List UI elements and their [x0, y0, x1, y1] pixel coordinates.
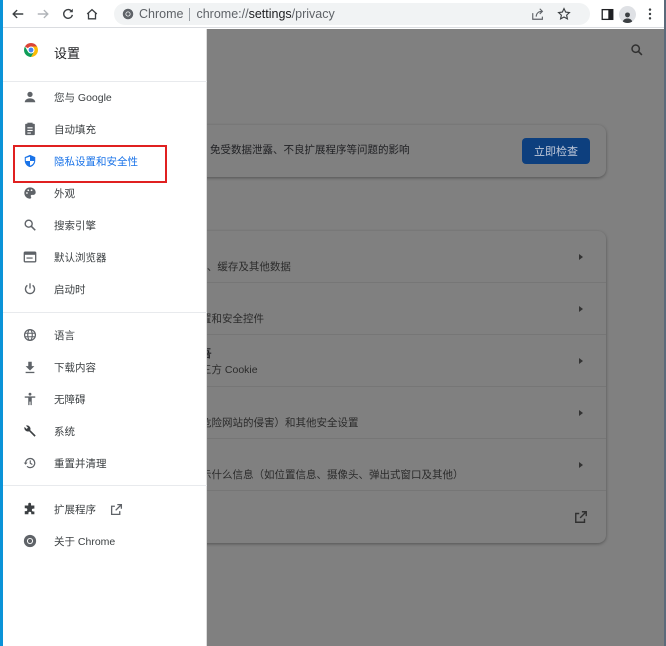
- back-icon[interactable]: [8, 4, 28, 24]
- globe-icon: [22, 327, 38, 343]
- power-icon: [22, 281, 38, 297]
- history-icon: [22, 455, 38, 471]
- sidebar-item-label: 自动填充: [54, 123, 96, 136]
- sidebar-item-label: 关于 Chrome: [54, 535, 116, 548]
- sidebar-item-label: 搜索引擎: [54, 219, 96, 232]
- open-in-new-icon: [575, 511, 587, 523]
- sidebar-item-autofill[interactable]: 自动填充: [0, 113, 207, 145]
- home-icon[interactable]: [82, 4, 102, 24]
- reload-icon[interactable]: [58, 4, 78, 24]
- sidebar-item-label: 启动时: [54, 283, 86, 296]
- arrow-right-icon: [579, 462, 583, 468]
- search-icon: [22, 217, 38, 233]
- window-left-edge: [0, 0, 3, 646]
- settings-drawer: 设置 您与 Google 自动填充 隐私设置和安全性 外观 搜索引擎 默认浏览器…: [0, 29, 207, 646]
- puzzle-icon: [22, 501, 38, 517]
- open-in-new-icon: [110, 503, 123, 516]
- sidebar-item-on-startup[interactable]: 启动时: [0, 273, 207, 305]
- row-description: e、缓存及其他数据: [201, 261, 291, 273]
- check-now-button[interactable]: 立即检查: [522, 138, 590, 164]
- url-host: settings: [248, 7, 292, 21]
- arrow-right-icon: [579, 358, 583, 364]
- url-scheme: chrome://: [196, 7, 249, 21]
- drawer-title: 设置: [54, 46, 81, 61]
- sidebar-item-label: 您与 Google: [54, 91, 112, 104]
- side-panel-icon[interactable]: [597, 4, 617, 24]
- browser-toolbar: Chrome chrome://settings/privacy: [0, 0, 666, 28]
- drawer-header: 设置: [0, 29, 207, 82]
- download-icon: [22, 359, 38, 375]
- row-description: 危险网站的侵害）和其他安全设置: [201, 417, 359, 429]
- sidebar-item-label: 外观: [54, 187, 75, 200]
- sidebar-item-reset-cleanup[interactable]: 重置并清理: [0, 447, 207, 479]
- share-icon[interactable]: [530, 6, 546, 22]
- person-icon: [22, 89, 38, 105]
- menu-icon[interactable]: [640, 4, 660, 24]
- chrome-site-icon: [122, 8, 134, 20]
- chrome-logo-icon: [24, 43, 38, 57]
- address-bar[interactable]: Chrome chrome://settings/privacy: [114, 3, 590, 25]
- drawer-divider: [0, 485, 207, 486]
- row-description: 示什么信息（如位置信息、摄像头、弹出式窗口及其他）: [201, 469, 464, 481]
- url-path: /privacy: [291, 7, 335, 21]
- chip-separator: [189, 7, 191, 21]
- sidebar-item-downloads[interactable]: 下载内容: [0, 351, 207, 383]
- sidebar-item-extensions[interactable]: 扩展程序: [0, 493, 207, 525]
- arrow-right-icon: [579, 254, 583, 260]
- bookmark-star-icon[interactable]: [556, 6, 572, 22]
- site-chip: Chrome: [139, 7, 184, 21]
- shield-icon: [22, 153, 38, 169]
- sidebar-item-label: 默认浏览器: [54, 251, 107, 264]
- sidebar-item-accessibility[interactable]: 无障碍: [0, 383, 207, 415]
- search-icon[interactable]: [630, 43, 646, 59]
- forward-icon[interactable]: [33, 4, 53, 24]
- clipboard-icon: [22, 121, 38, 137]
- arrow-right-icon: [579, 306, 583, 312]
- sidebar-item-label: 无障碍: [54, 393, 86, 406]
- sidebar-item-label: 语言: [54, 329, 75, 342]
- sidebar-item-label: 下载内容: [54, 361, 96, 374]
- safety-check-text: 免受数据泄露、不良扩展程序等问题的影响: [210, 144, 410, 156]
- sidebar-item-label: 隐私设置和安全性: [54, 155, 138, 168]
- sidebar-item-about-chrome[interactable]: 关于 Chrome: [0, 525, 207, 557]
- sidebar-item-label: 系统: [54, 425, 75, 438]
- sidebar-item-privacy-security[interactable]: 隐私设置和安全性: [0, 145, 207, 177]
- browser-icon: [22, 249, 38, 265]
- arrow-right-icon: [579, 410, 583, 416]
- row-description: 置和安全控件: [201, 313, 264, 325]
- sidebar-item-label: 重置并清理: [54, 457, 107, 470]
- sidebar-item-you-and-google[interactable]: 您与 Google: [0, 81, 207, 113]
- sidebar-item-label: 扩展程序: [54, 503, 96, 516]
- sidebar-item-appearance[interactable]: 外观: [0, 177, 207, 209]
- wrench-icon: [22, 423, 38, 439]
- sidebar-item-default-browser[interactable]: 默认浏览器: [0, 241, 207, 273]
- chrome-icon: [22, 533, 38, 549]
- accessibility-icon: [22, 391, 38, 407]
- drawer-divider: [0, 312, 207, 313]
- sidebar-item-languages[interactable]: 语言: [0, 319, 207, 351]
- row-description: 三方 Cookie: [201, 364, 258, 376]
- sidebar-item-system[interactable]: 系统: [0, 415, 207, 447]
- palette-icon: [22, 185, 38, 201]
- sidebar-item-search-engine[interactable]: 搜索引擎: [0, 209, 207, 241]
- profile-icon[interactable]: [617, 4, 637, 24]
